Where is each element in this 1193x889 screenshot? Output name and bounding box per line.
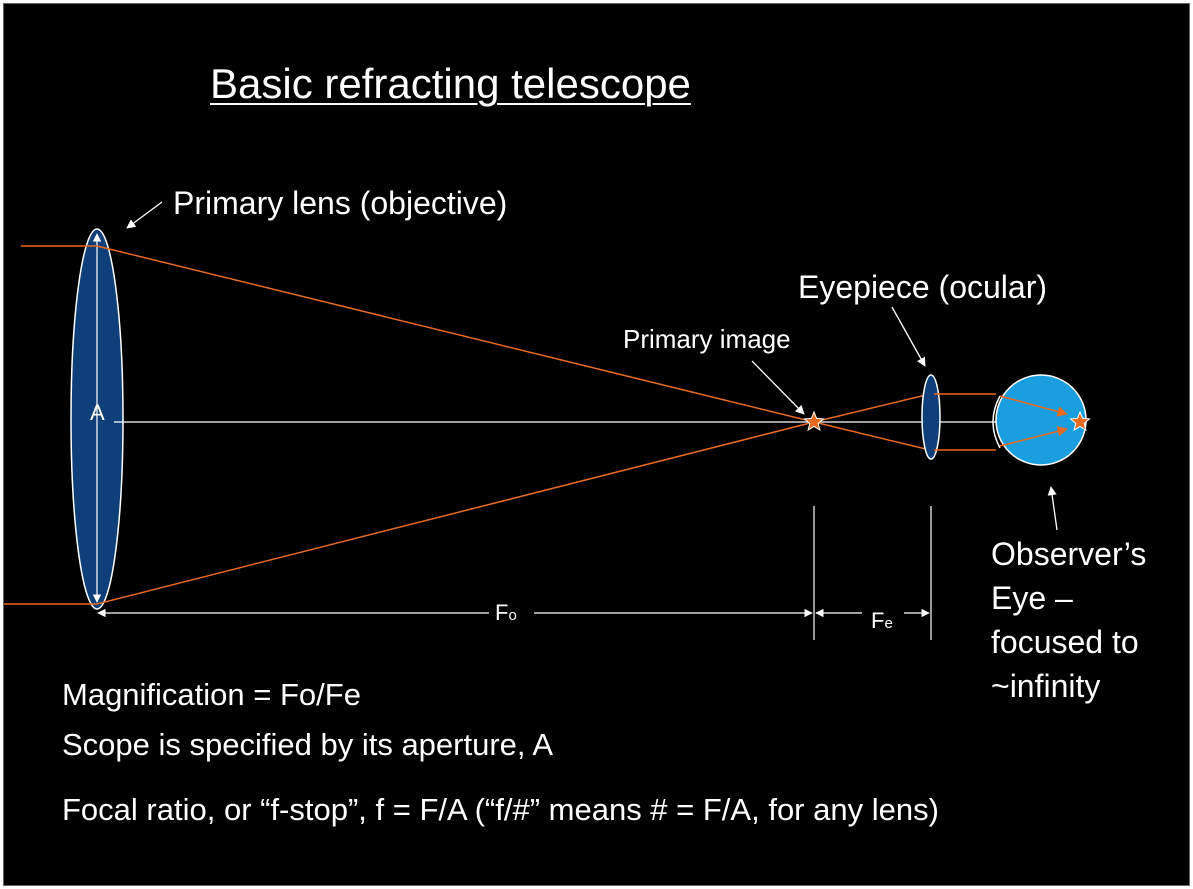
focal-eyepiece-sub: e — [884, 615, 893, 632]
focal-objective-sub: o — [508, 607, 517, 624]
aperture-label: A — [90, 400, 105, 425]
focal-objective-main: F — [495, 600, 509, 625]
eyepiece-lens — [921, 374, 941, 460]
eye-pointer — [1047, 486, 1058, 531]
eyepiece-label: Eyepiece (ocular) — [798, 269, 1047, 305]
observer-eye-label: Observer’s Eye – focused to ~infinity — [991, 536, 1147, 704]
primary-image-label: Primary image — [623, 324, 791, 354]
diverging-ray-bottom — [813, 421, 931, 451]
aperture-spec-text: Scope is specified by its aperture, A — [62, 727, 554, 762]
eyepiece-pointer — [891, 306, 926, 367]
diverging-ray-top — [813, 393, 931, 423]
focal-eyepiece-label: Fe — [871, 608, 893, 634]
focal-ratio-formula: Focal ratio, or “f-stop”, f = F/A (“f/#”… — [62, 792, 939, 827]
primary-image-pointer — [751, 360, 805, 415]
converging-ray-bottom — [96, 421, 815, 605]
focal-objective-label: Fo — [495, 600, 517, 626]
magnification-formula: Magnification = Fo/Fe — [62, 677, 361, 712]
slide-title: Basic refracting telescope — [210, 60, 691, 107]
slide: Basic refracting telescope Primary lens … — [3, 3, 1190, 886]
primary-image-star-icon — [803, 410, 825, 432]
primary-lens-pointer — [126, 201, 163, 229]
primary-lens-label: Primary lens (objective) — [173, 185, 508, 221]
focal-eyepiece-main: F — [871, 608, 885, 633]
